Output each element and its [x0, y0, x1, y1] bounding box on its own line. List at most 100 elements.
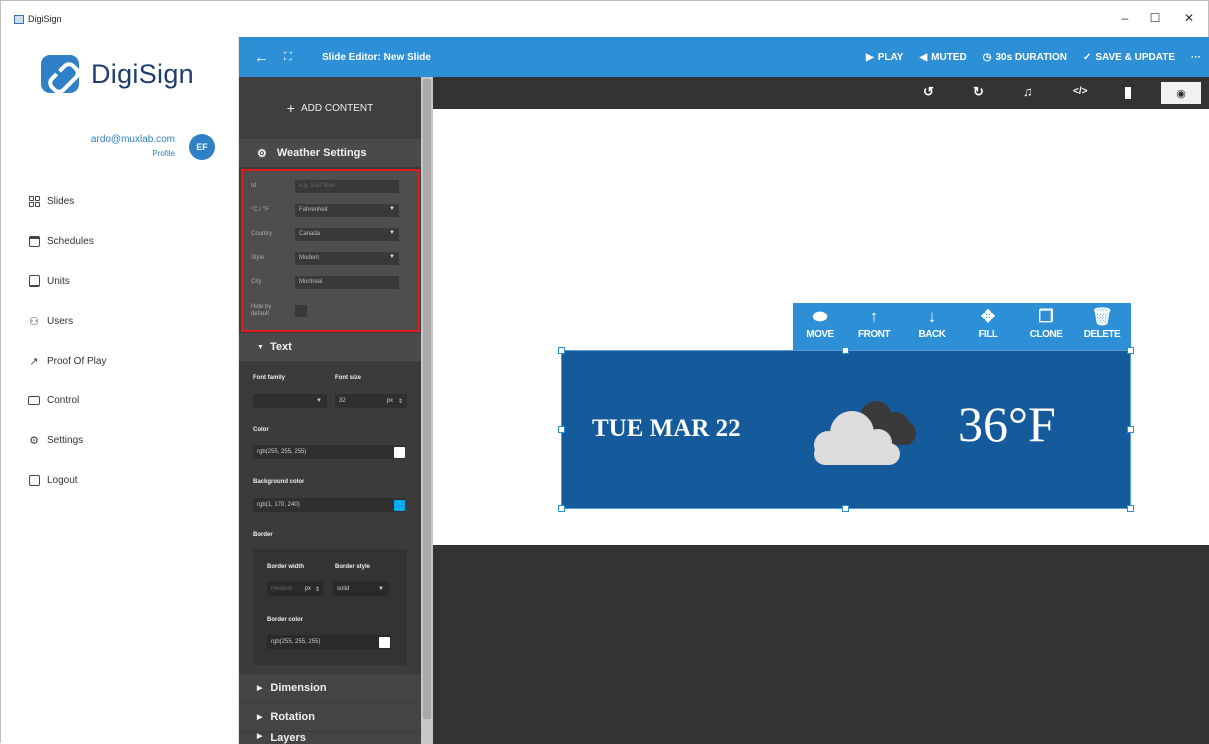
- sidebar-item-label: Schedules: [47, 235, 94, 247]
- duration-button[interactable]: ◷ 30s DURATION: [983, 52, 1067, 63]
- editor-topbar: ← ⛶ Slide Editor: New Slide ▶ PLAY ◀ MUTED…: [239, 37, 1209, 77]
- border-width-label: Border width: [267, 564, 304, 570]
- plus-icon: +: [286, 100, 295, 116]
- avatar[interactable]: EF: [189, 134, 215, 160]
- unit-label: °C / °F: [251, 206, 269, 213]
- code-icon[interactable]: </>: [1073, 86, 1087, 97]
- more-menu-button[interactable]: ···: [1191, 52, 1201, 63]
- border-style-select[interactable]: solid ▼: [333, 582, 389, 596]
- sidebar-item-units[interactable]: Units: [27, 272, 70, 290]
- background-color-label: Background color: [253, 479, 305, 485]
- fill-button[interactable]: ✥ FILL: [963, 307, 1013, 340]
- resize-handle-left[interactable]: [558, 426, 565, 433]
- layers-section-header[interactable]: ▶ Layers: [239, 732, 421, 744]
- sidebar-item-slides[interactable]: Slides: [27, 192, 74, 210]
- muted-label: MUTED: [931, 51, 967, 63]
- text-section-header[interactable]: ▼ Text: [239, 333, 421, 361]
- redo-icon[interactable]: ↻: [973, 84, 984, 100]
- profile-link[interactable]: Profile: [152, 149, 175, 158]
- resize-handle-bottom-right[interactable]: [1127, 505, 1134, 512]
- undo-icon[interactable]: ↺: [923, 84, 934, 100]
- clone-label: CLONE: [1029, 329, 1063, 340]
- weather-settings-title: Weather Settings: [276, 147, 367, 159]
- sidebar: DigiSign ardo@muxlab.com Profile EF Slid…: [1, 37, 239, 744]
- weather-settings-header[interactable]: ⚙ Weather Settings: [239, 139, 421, 167]
- monitor-icon: [27, 393, 41, 407]
- font-family-select[interactable]: ▼: [253, 394, 327, 408]
- sidebar-item-users[interactable]: ⚇ Users: [27, 312, 73, 330]
- id-label: Id: [251, 182, 257, 189]
- trash-icon: 🗑: [1091, 307, 1113, 326]
- color-swatch[interactable]: [394, 447, 405, 458]
- app-window: DigiSign – ☐ ✕ DigiSign ardo@muxlab.com …: [0, 0, 1209, 744]
- style-select[interactable]: Modern ▼: [295, 251, 399, 265]
- panel-scrollbar[interactable]: [421, 77, 433, 744]
- front-button[interactable]: ↑ FRONT: [849, 307, 899, 340]
- weather-widget[interactable]: TUE MAR 22 36°F: [561, 350, 1131, 509]
- save-update-button[interactable]: ✓ SAVE & UPDATE: [1083, 52, 1175, 63]
- stepper-icon[interactable]: ⇕: [315, 586, 320, 593]
- font-size-input[interactable]: 32 px ⇕: [335, 394, 407, 408]
- sidebar-item-control[interactable]: Control: [27, 391, 79, 409]
- add-content-label: ADD CONTENT: [300, 102, 374, 114]
- maximize-button[interactable]: ☐: [1145, 11, 1165, 25]
- country-select[interactable]: Canada ▼: [295, 227, 399, 241]
- resize-handle-right[interactable]: [1127, 426, 1134, 433]
- move-button[interactable]: ⬬ MOVE: [795, 307, 845, 340]
- resize-handle-bottom-left[interactable]: [558, 505, 565, 512]
- layers-title: Layers: [270, 732, 306, 744]
- sidebar-item-settings[interactable]: ⚙ Settings: [27, 431, 83, 449]
- sidebar-item-schedules[interactable]: Schedules: [27, 232, 94, 250]
- color-input[interactable]: rgb(255, 255, 255): [253, 445, 405, 459]
- dimension-section-header[interactable]: ▶ Dimension: [239, 674, 421, 702]
- back-arrow-icon[interactable]: ←: [254, 49, 272, 66]
- background-color-input[interactable]: rgb(1, 170, 240): [253, 498, 405, 512]
- resize-handle-top-left[interactable]: [558, 347, 565, 354]
- move-label: MOVE: [806, 329, 834, 340]
- resize-handle-bottom[interactable]: [842, 505, 849, 512]
- logo: DigiSign: [41, 55, 194, 93]
- grid-icon: [27, 194, 41, 208]
- device-icon[interactable]: [1125, 87, 1131, 99]
- back-button[interactable]: ↓ BACK: [907, 307, 957, 340]
- border-width-input[interactable]: medium px ⇕: [267, 582, 323, 596]
- play-icon: ▶: [866, 51, 874, 63]
- cloud-icon: [814, 401, 916, 465]
- sidebar-item-logout[interactable]: Logout: [27, 471, 78, 489]
- minimize-button[interactable]: –: [1115, 11, 1135, 25]
- rotation-section-header[interactable]: ▶ Rotation: [239, 703, 421, 731]
- border-color-input[interactable]: rgb(255, 255, 255): [267, 635, 391, 649]
- preview-eye-button[interactable]: ◉: [1161, 82, 1201, 104]
- country-row: Country Canada ▼: [251, 227, 399, 241]
- music-icon[interactable]: ♫: [1023, 84, 1033, 99]
- stepper-icon[interactable]: ⇕: [398, 398, 403, 405]
- border-color-swatch[interactable]: [379, 637, 390, 648]
- id-input[interactable]: e.g. Surf Now: [295, 179, 399, 193]
- muted-button[interactable]: ◀ MUTED: [919, 52, 966, 63]
- color-label: Color: [253, 427, 269, 433]
- text-section-title: Text: [269, 341, 292, 353]
- fullscreen-icon[interactable]: ⛶: [284, 51, 298, 64]
- sidebar-item-proof-of-play[interactable]: ↗ Proof Of Play: [27, 352, 106, 370]
- sidebar-item-label: Users: [47, 315, 74, 327]
- clone-button[interactable]: ❐ CLONE: [1021, 307, 1071, 340]
- add-content-button[interactable]: + ADD CONTENT: [239, 77, 421, 139]
- weather-settings-form: Id e.g. Surf Now °C / °F Fahrenheit ▼ Cou…: [241, 169, 420, 332]
- resize-handle-top[interactable]: [842, 347, 849, 354]
- id-row: Id e.g. Surf Now: [251, 179, 399, 193]
- background-color-swatch[interactable]: [394, 500, 405, 511]
- sidebar-item-label: Proof Of Play: [47, 355, 107, 367]
- hide-checkbox[interactable]: [295, 305, 307, 317]
- city-input[interactable]: Montreal: [295, 275, 399, 289]
- sidebar-item-label: Slides: [47, 195, 75, 207]
- speaker-icon: ◀: [919, 51, 928, 63]
- fill-label: FILL: [978, 329, 998, 340]
- delete-button[interactable]: 🗑 DELETE: [1077, 307, 1127, 340]
- resize-handle-top-right[interactable]: [1127, 347, 1134, 354]
- settings-panel: + ADD CONTENT ⚙ Weather Settings Id e.g.…: [239, 77, 421, 744]
- scrollbar-thumb[interactable]: [423, 79, 431, 719]
- unit-select[interactable]: Fahrenheit ▼: [295, 203, 399, 217]
- play-button[interactable]: ▶ PLAY: [866, 52, 903, 63]
- unit-value: Fahrenheit: [299, 207, 328, 213]
- close-button[interactable]: ✕: [1179, 11, 1199, 25]
